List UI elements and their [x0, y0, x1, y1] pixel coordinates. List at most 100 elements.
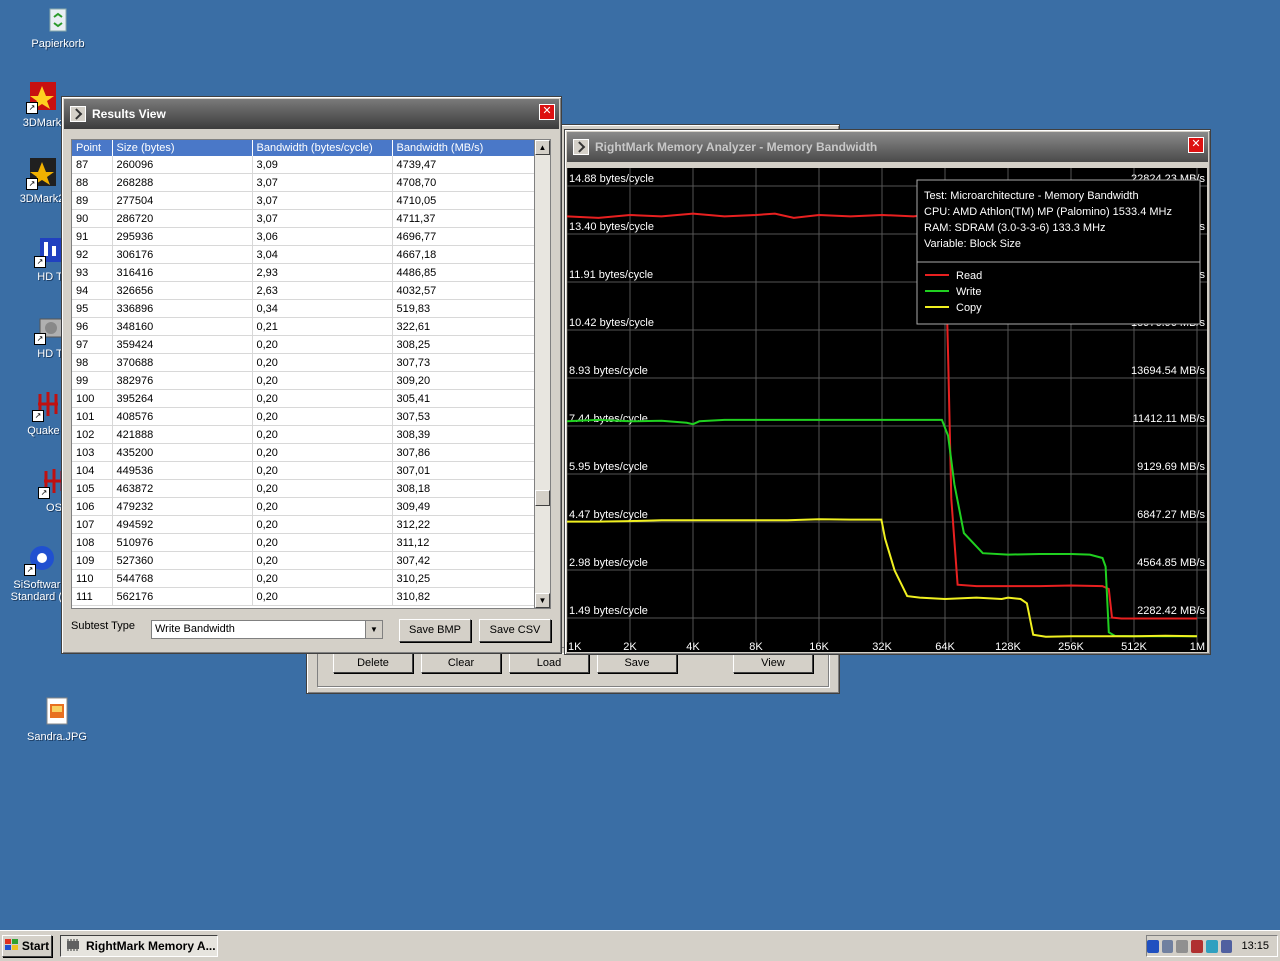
column-header-bandwidth-mbs[interactable]: Bandwidth (MB/s): [392, 140, 534, 156]
x-tick-label: 64K: [935, 641, 955, 652]
table-row[interactable]: 87 260096 3,09 4739,47: [72, 156, 534, 174]
network-icon[interactable]: [1161, 939, 1174, 953]
table-row[interactable]: 100 395264 0,20 305,41: [72, 389, 534, 408]
cell-bandwidth-cycle: 0,20: [252, 335, 393, 354]
cell-bandwidth-mbs: 309,20: [392, 371, 534, 390]
cell-size: 295936: [112, 227, 253, 246]
table-row[interactable]: 96 348160 0,21 322,61: [72, 317, 534, 336]
table-row[interactable]: 108 510976 0,20 311,12: [72, 533, 534, 552]
window-menu-icon[interactable]: [70, 106, 86, 122]
display-icon[interactable]: [1220, 939, 1233, 953]
cell-point: 102: [72, 425, 113, 444]
view-button[interactable]: View: [733, 653, 813, 673]
clock: 13:15: [1241, 940, 1269, 952]
table-row[interactable]: 103 435200 0,20 307,86: [72, 443, 534, 462]
table-row[interactable]: 89 277504 3,07 4710,05: [72, 191, 534, 210]
cell-size: 348160: [112, 317, 253, 336]
connection-icon[interactable]: [1205, 939, 1218, 953]
graph-close-button[interactable]: ✕: [1188, 137, 1204, 153]
cell-point: 91: [72, 227, 113, 246]
info-icon[interactable]: [1146, 939, 1159, 953]
table-row[interactable]: 102 421888 0,20 308,39: [72, 425, 534, 444]
table-row[interactable]: 106 479232 0,20 309,49: [72, 497, 534, 516]
cell-bandwidth-cycle: 3,07: [252, 209, 393, 228]
cell-bandwidth-mbs: 307,01: [392, 461, 534, 480]
cell-bandwidth-cycle: 3,04: [252, 245, 393, 264]
scroll-thumb[interactable]: [535, 490, 550, 506]
results-window-titlebar[interactable]: Results View: [64, 99, 559, 129]
table-row[interactable]: 99 382976 0,20 309,20: [72, 371, 534, 390]
cell-point: 95: [72, 299, 113, 318]
table-row[interactable]: 91 295936 3,06 4696,77: [72, 227, 534, 246]
cell-point: 98: [72, 353, 113, 372]
table-row[interactable]: 107 494592 0,20 312,22: [72, 515, 534, 534]
cell-size: 510976: [112, 533, 253, 552]
cell-bandwidth-cycle: 0,21: [252, 317, 393, 336]
cell-point: 104: [72, 461, 113, 480]
delete-button[interactable]: Delete: [333, 653, 413, 673]
y-right-tick-label: 9129.69 MB/s: [1137, 461, 1205, 473]
graph-window-titlebar[interactable]: RightMark Memory Analyzer - Memory Bandw…: [567, 132, 1208, 162]
results-window: Results View ✕ Point Size (bytes) Bandwi…: [61, 96, 562, 654]
chevron-down-icon[interactable]: ▼: [365, 621, 382, 638]
3dmark2-icon: ↗: [26, 158, 58, 190]
cell-bandwidth-cycle: 0,20: [252, 461, 393, 480]
cell-bandwidth-cycle: 0,20: [252, 533, 393, 552]
table-row[interactable]: 88 268288 3,07 4708,70: [72, 173, 534, 192]
clear-button[interactable]: Clear: [421, 653, 501, 673]
cell-bandwidth-mbs: 519,83: [392, 299, 534, 318]
cell-size: 435200: [112, 443, 253, 462]
table-row[interactable]: 104 449536 0,20 307,01: [72, 461, 534, 480]
cell-bandwidth-cycle: 0,20: [252, 443, 393, 462]
taskbar-item-rightmark[interactable]: RightMark Memory A...: [60, 935, 218, 957]
cell-bandwidth-cycle: 0,20: [252, 389, 393, 408]
desktop-icon-recycle-bin[interactable]: Papierkorb: [20, 3, 96, 50]
results-vertical-scrollbar[interactable]: ▲ ▼: [534, 139, 551, 609]
cell-bandwidth-mbs: 4667,18: [392, 245, 534, 264]
start-button[interactable]: Start: [2, 935, 52, 957]
column-header-size[interactable]: Size (bytes): [112, 140, 253, 156]
cell-bandwidth-cycle: 3,07: [252, 173, 393, 192]
cell-bandwidth-mbs: 308,25: [392, 335, 534, 354]
table-row[interactable]: 111 562176 0,20 310,82: [72, 587, 534, 606]
subtest-type-value: Write Bandwidth: [155, 623, 235, 635]
x-tick-label: 512K: [1121, 641, 1147, 652]
scroll-down-button[interactable]: ▼: [535, 593, 550, 608]
cell-size: 544768: [112, 569, 253, 588]
table-row[interactable]: 101 408576 0,20 307,53: [72, 407, 534, 426]
results-close-button[interactable]: ✕: [539, 104, 555, 120]
table-row[interactable]: 110 544768 0,20 310,25: [72, 569, 534, 588]
cell-point: 111: [72, 587, 113, 606]
cell-point: 110: [72, 569, 113, 588]
results-window-title: Results View: [92, 107, 166, 121]
table-row[interactable]: 105 463872 0,20 308,18: [72, 479, 534, 498]
table-row[interactable]: 90 286720 3,07 4711,37: [72, 209, 534, 228]
table-row[interactable]: 97 359424 0,20 308,25: [72, 335, 534, 354]
cell-bandwidth-mbs: 307,86: [392, 443, 534, 462]
table-row[interactable]: 109 527360 0,20 307,42: [72, 551, 534, 570]
load-button[interactable]: Load: [509, 653, 589, 673]
save-button[interactable]: Save: [597, 653, 677, 673]
volume-icon[interactable]: [1176, 939, 1189, 953]
x-tick-label: 4K: [686, 641, 700, 652]
cell-size: 336896: [112, 299, 253, 318]
cell-bandwidth-mbs: 307,42: [392, 551, 534, 570]
cell-bandwidth-mbs: 308,18: [392, 479, 534, 498]
column-header-bandwidth-cycle[interactable]: Bandwidth (bytes/cycle): [252, 140, 393, 156]
scroll-up-button[interactable]: ▲: [535, 140, 550, 155]
subtest-type-select[interactable]: Write Bandwidth ▼: [151, 620, 383, 639]
column-header-point[interactable]: Point: [72, 140, 113, 156]
desktop-icon-sandra-jpg[interactable]: Sandra.JPG: [19, 696, 95, 743]
table-row[interactable]: 93 316416 2,93 4486,85: [72, 263, 534, 282]
image-file-icon: [41, 696, 73, 728]
save-csv-button[interactable]: Save CSV: [479, 619, 551, 642]
table-row[interactable]: 98 370688 0,20 307,73: [72, 353, 534, 372]
table-row[interactable]: 94 326656 2,63 4032,57: [72, 281, 534, 300]
save-bmp-button[interactable]: Save BMP: [399, 619, 471, 642]
window-menu-icon[interactable]: [573, 139, 589, 155]
test-info-line: CPU: AMD Athlon(TM) MP (Palomino) 1533.4…: [924, 206, 1172, 218]
table-row[interactable]: 92 306176 3,04 4667,18: [72, 245, 534, 264]
table-row[interactable]: 95 336896 0,34 519,83: [72, 299, 534, 318]
x-tick-label: 16K: [809, 641, 829, 652]
antivirus-icon[interactable]: [1191, 939, 1203, 953]
